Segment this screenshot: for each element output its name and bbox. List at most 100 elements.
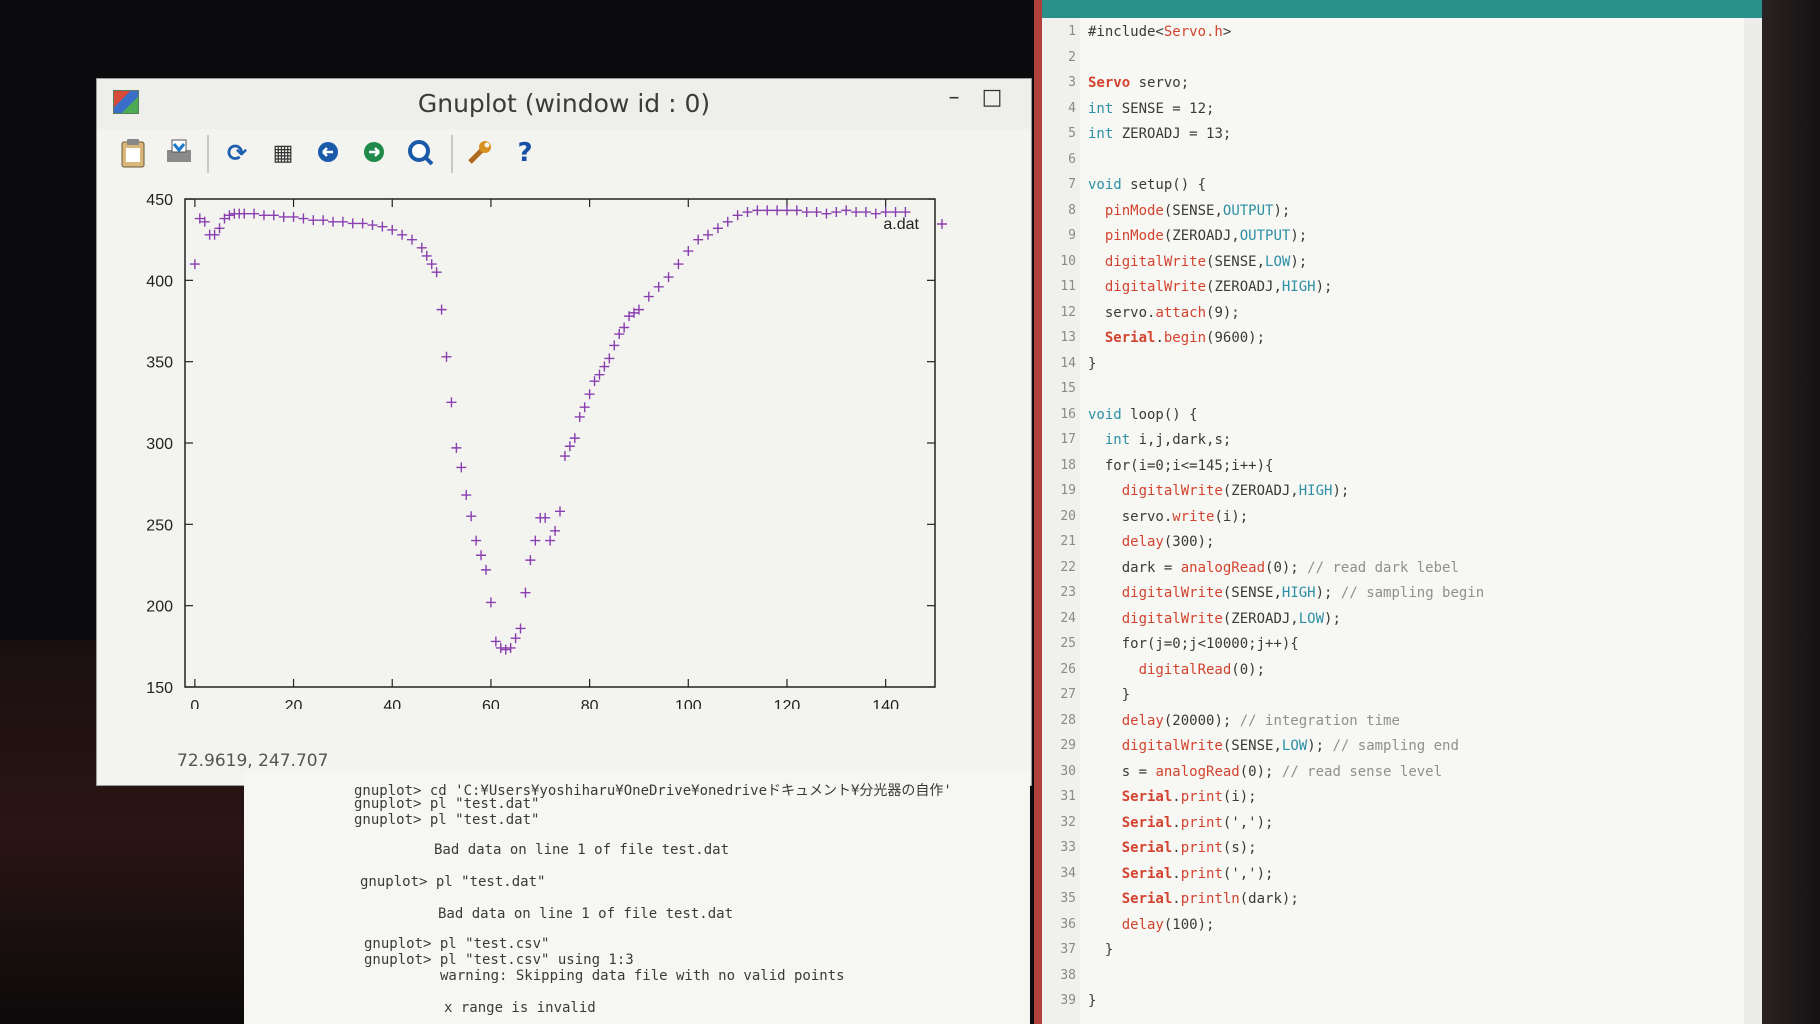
code-line[interactable]: digitalWrite(ZEROADJ,HIGH); [1088, 483, 1349, 499]
code-line[interactable]: delay(100); [1088, 917, 1214, 933]
data-point [471, 536, 481, 546]
code-line[interactable]: } [1088, 993, 1096, 1009]
line-number: 18 [1042, 458, 1076, 473]
code-line[interactable]: pinMode(SENSE,OUTPUT); [1088, 203, 1290, 219]
code-token: SENSE = 12; [1113, 101, 1214, 117]
data-point [451, 443, 461, 453]
code-token: . [1172, 840, 1180, 856]
line-number: 28 [1042, 713, 1076, 728]
code-token: print [1181, 840, 1223, 856]
code-line[interactable]: Servo servo; [1088, 75, 1189, 91]
x-tick-label: 80 [581, 698, 599, 709]
code-line[interactable]: int SENSE = 12; [1088, 101, 1214, 117]
line-number: 15 [1042, 381, 1076, 396]
code-token [1088, 483, 1122, 499]
code-line[interactable]: } [1088, 687, 1130, 703]
x-tick-label: 60 [482, 698, 500, 709]
code-line[interactable]: digitalRead(0); [1088, 662, 1265, 678]
code-line[interactable]: for(j=0;j<10000;j++){ [1088, 636, 1299, 652]
arduino-code-editor[interactable]: 1#include<Servo.h>23Servo servo;4int SEN… [1034, 0, 1762, 1024]
data-point [673, 259, 683, 269]
help-icon[interactable]: ? [509, 137, 541, 169]
code-token: digitalRead [1139, 662, 1232, 678]
data-point [664, 272, 674, 282]
data-point [437, 305, 447, 315]
line-number: 36 [1042, 917, 1076, 932]
data-point [550, 526, 560, 536]
code-token: servo. [1088, 509, 1172, 525]
code-line[interactable]: for(i=0;i<=145;i++){ [1088, 458, 1273, 474]
code-line[interactable]: int i,j,dark,s; [1088, 432, 1231, 448]
code-line[interactable]: digitalWrite(SENSE,LOW); [1088, 254, 1307, 270]
code-token: analogRead [1155, 764, 1239, 780]
code-token: // integration time [1240, 713, 1400, 729]
code-line[interactable]: void setup() { [1088, 177, 1206, 193]
gnuplot-titlebar[interactable]: Gnuplot (window id : 0) – □ [97, 79, 1031, 129]
code-token: int [1105, 432, 1130, 448]
line-number: 32 [1042, 815, 1076, 830]
autoscale-icon[interactable] [405, 137, 437, 169]
code-line[interactable]: dark = analogRead(0); // read dark lebel [1088, 560, 1459, 576]
code-line[interactable]: digitalWrite(SENSE,HIGH); // sampling be… [1088, 585, 1484, 601]
code-token: HIGH [1282, 279, 1316, 295]
code-line[interactable]: void loop() { [1088, 407, 1198, 423]
code-line[interactable]: int ZEROADJ = 13; [1088, 126, 1231, 142]
data-point [733, 210, 743, 220]
code-line[interactable]: pinMode(ZEROADJ,OUTPUT); [1088, 228, 1307, 244]
code-line[interactable]: digitalWrite(ZEROADJ,HIGH); [1088, 279, 1332, 295]
editor-scrollbar[interactable] [1744, 18, 1762, 1024]
code-line[interactable]: } [1088, 942, 1113, 958]
code-line[interactable]: Serial.println(dark); [1088, 891, 1299, 907]
data-point [851, 207, 861, 217]
code-line[interactable]: s = analogRead(0); // read sense level [1088, 764, 1442, 780]
code-line[interactable]: #include<Servo.h> [1088, 24, 1231, 40]
code-token: // sampling end [1332, 738, 1458, 754]
line-number: 7 [1042, 177, 1076, 192]
code-line[interactable]: digitalWrite(SENSE,LOW); // sampling end [1088, 738, 1459, 754]
plot-area[interactable]: 020406080100120140150200250300350400450a… [97, 179, 1031, 709]
code-line[interactable]: digitalWrite(ZEROADJ,LOW); [1088, 611, 1341, 627]
code-token: > [1223, 24, 1231, 40]
zoom-previous-icon[interactable] [313, 137, 345, 169]
code-line[interactable]: servo.write(i); [1088, 509, 1248, 525]
wrench-icon[interactable] [463, 137, 495, 169]
code-token: digitalWrite [1122, 738, 1223, 754]
code-token: ); [1316, 279, 1333, 295]
data-point [358, 218, 368, 228]
line-number: 10 [1042, 254, 1076, 269]
code-token: (dark); [1240, 891, 1299, 907]
code-line[interactable]: Serial.print(i); [1088, 789, 1257, 805]
code-token: #include< [1088, 24, 1164, 40]
code-line[interactable]: delay(20000); // integration time [1088, 713, 1400, 729]
data-point [368, 220, 378, 230]
code-token: } [1088, 942, 1113, 958]
line-number: 22 [1042, 560, 1076, 575]
console-line: gnuplot> pl "test.csv" using 1:3 [364, 952, 634, 968]
code-token: servo. [1088, 305, 1155, 321]
copy-clipboard-icon[interactable] [117, 137, 149, 169]
grid-icon[interactable]: ▦ [267, 137, 299, 169]
data-point [279, 212, 289, 222]
code-line[interactable]: Serial.begin(9600); [1088, 330, 1265, 346]
code-token: (ZEROADJ, [1223, 483, 1299, 499]
minimize-button[interactable]: – [939, 85, 969, 115]
code-line[interactable]: servo.attach(9); [1088, 305, 1240, 321]
code-line[interactable]: Serial.print(','); [1088, 815, 1273, 831]
line-number: 38 [1042, 968, 1076, 983]
gnuplot-console[interactable]: gnuplot> cd 'C:¥Users¥yoshiharu¥OneDrive… [244, 772, 1030, 1024]
code-token: for(i=0;i<=145;i++){ [1088, 458, 1273, 474]
zoom-next-icon[interactable] [359, 137, 391, 169]
line-number: 20 [1042, 509, 1076, 524]
maximize-button[interactable]: □ [977, 85, 1007, 115]
code-token: (0); [1265, 560, 1307, 576]
data-point [308, 215, 318, 225]
replot-icon[interactable]: ⟳ [221, 137, 253, 169]
code-line[interactable]: } [1088, 356, 1096, 372]
print-icon[interactable] [163, 137, 195, 169]
line-number: 21 [1042, 534, 1076, 549]
data-point [575, 412, 585, 422]
code-line[interactable]: Serial.print(','); [1088, 866, 1273, 882]
code-token: (','); [1223, 815, 1274, 831]
code-line[interactable]: delay(300); [1088, 534, 1214, 550]
code-line[interactable]: Serial.print(s); [1088, 840, 1257, 856]
